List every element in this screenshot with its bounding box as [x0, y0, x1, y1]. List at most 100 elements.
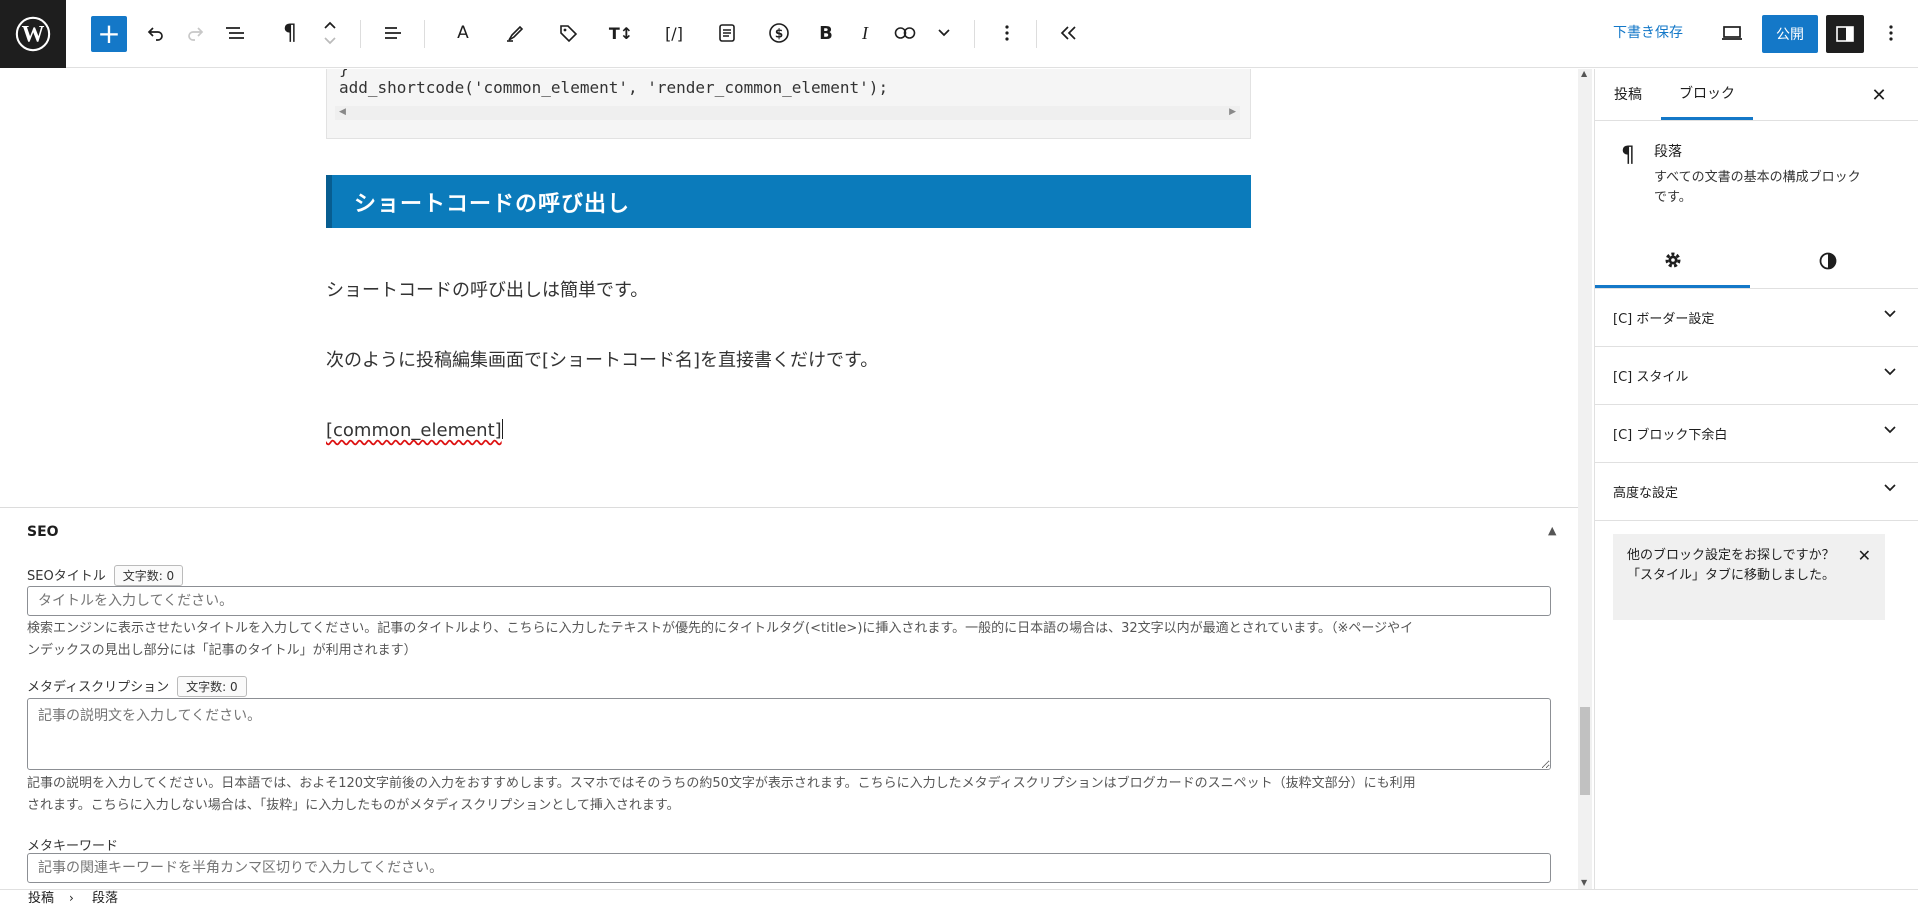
- block-name: 段落: [1654, 144, 1682, 160]
- dollar-button[interactable]: $: [760, 14, 798, 52]
- meta-description-help-line: されます。こちらに入力しない場合は、「抜粋」に入力したものがメタディスクリプショ…: [27, 798, 680, 813]
- highlight-button[interactable]: [496, 14, 534, 52]
- text-size-icon: T↕: [608, 23, 634, 43]
- list-view-button[interactable]: [216, 14, 254, 52]
- meta-description-textarea[interactable]: [27, 698, 1551, 770]
- panel-label: 高度な設定: [1613, 486, 1679, 501]
- font-icon: A: [457, 23, 469, 43]
- undo-icon: [147, 27, 163, 41]
- seo-meta-box: SEO ▲ SEOタイトル文字数: 0 検索エンジンに表示させたいタイトルを入力…: [0, 507, 1578, 888]
- tab-post[interactable]: 投稿: [1614, 69, 1642, 119]
- tag-button[interactable]: [549, 14, 587, 52]
- paragraph-icon: ¶: [1621, 143, 1635, 168]
- preview-button[interactable]: [1713, 14, 1751, 52]
- settings-toggle-button[interactable]: [1826, 15, 1864, 53]
- italic-icon: I: [862, 22, 868, 43]
- add-block-button[interactable]: +: [91, 16, 127, 52]
- bold-button[interactable]: B: [807, 14, 845, 52]
- chevron-down-icon: [1884, 484, 1896, 492]
- panel-style[interactable]: [C] スタイル: [1595, 347, 1918, 405]
- chevron-down-icon: [1884, 368, 1896, 376]
- paragraph-block-selected[interactable]: [common_element]: [326, 419, 503, 441]
- tab-styles[interactable]: [1750, 234, 1905, 288]
- scroll-up-icon: ▲: [1581, 69, 1588, 78]
- editor-scrollbar[interactable]: ▲ ▼: [1578, 69, 1592, 889]
- bold-icon: B: [819, 22, 833, 44]
- gear-icon: [1665, 252, 1680, 267]
- chevron-right-icon: ›: [69, 891, 74, 905]
- redo-icon: [188, 27, 204, 41]
- toolbar-divider: [424, 20, 425, 48]
- paragraph-block[interactable]: 次のように投稿編集画面で[ショートコード名]を直接書くだけです。: [326, 346, 878, 372]
- document-icon: [719, 24, 735, 42]
- editor-canvas: } add_shortcode('common_element', 'rende…: [0, 69, 1578, 507]
- move-block-button[interactable]: [311, 14, 349, 52]
- tab-block[interactable]: ブロック: [1661, 69, 1753, 120]
- seo-title-label: SEOタイトル 文字数: 0: [27, 565, 184, 586]
- panel-label: [C] ブロック下余白: [1613, 428, 1728, 443]
- save-draft-button[interactable]: 下書き保存: [1613, 22, 1683, 42]
- text-cursor: [501, 419, 503, 439]
- wordpress-logo-icon: W: [15, 16, 51, 52]
- tag-icon: [560, 25, 578, 43]
- block-type-button[interactable]: ¶: [271, 14, 309, 52]
- close-sidebar-button[interactable]: ✕: [1865, 81, 1893, 109]
- options-icon: [1889, 25, 1893, 41]
- italic-button[interactable]: I: [846, 14, 884, 52]
- toolbar-divider: [360, 20, 361, 48]
- sidebar-toggle-icon: [1836, 26, 1854, 42]
- breadcrumb-paragraph[interactable]: 段落: [92, 890, 118, 906]
- undo-button[interactable]: [137, 14, 175, 52]
- panel-advanced[interactable]: 高度な設定: [1595, 463, 1918, 521]
- paragraph-block[interactable]: ショートコードの呼び出しは簡単です。: [326, 276, 648, 302]
- editor-toolbar: W + ¶ A T↕ [/] $ B I 下書き保存 公開: [0, 0, 1918, 68]
- settings-sidebar: 投稿 ブロック ✕ ¶ 段落 すべての文書の基本の構成ブロックです。 [C] ボ…: [1594, 69, 1918, 889]
- publish-button[interactable]: 公開: [1762, 15, 1818, 53]
- wordpress-logo[interactable]: W: [0, 0, 66, 68]
- code-block[interactable]: } add_shortcode('common_element', 'rende…: [326, 69, 1251, 139]
- redo-button[interactable]: [176, 14, 214, 52]
- link-button[interactable]: [886, 14, 924, 52]
- scroll-right-icon: ▶: [1229, 107, 1236, 117]
- meta-keyword-input[interactable]: [27, 853, 1551, 883]
- block-breadcrumb: 投稿 › 段落: [0, 889, 1918, 906]
- chevron-down-icon: [938, 29, 950, 37]
- block-options-button[interactable]: [988, 14, 1026, 52]
- seo-title-input[interactable]: [27, 586, 1551, 616]
- toolbar-divider: [974, 20, 975, 48]
- dismiss-notice-button[interactable]: ✕: [1858, 546, 1871, 566]
- scrollbar-thumb[interactable]: [1580, 707, 1590, 795]
- toolbar-divider: [1036, 20, 1037, 48]
- font-button[interactable]: A: [444, 14, 482, 52]
- link-icon: [894, 27, 916, 39]
- block-description: すべての文書の基本の構成ブロックです。: [1654, 170, 1861, 205]
- svg-text:W: W: [22, 22, 45, 47]
- collapse-arrow-icon[interactable]: ▲: [1548, 524, 1556, 537]
- code-horizontal-scrollbar[interactable]: ◀ ▶: [335, 106, 1240, 120]
- text-size-button[interactable]: T↕: [602, 14, 640, 52]
- breadcrumb-post[interactable]: 投稿: [28, 890, 54, 906]
- notice-text: 他のブロック設定をお探しですか？「スタイル」タブに移動しました。: [1627, 548, 1836, 583]
- more-formats-button[interactable]: [925, 14, 963, 52]
- meta-description-help-line: 記事の説明を入力してください。日本語では、およそ120文字前後の入力をおすすめし…: [27, 776, 1416, 791]
- sidebar-divider: [1595, 120, 1918, 121]
- panel-block-margin[interactable]: [C] ブロック下余白: [1595, 405, 1918, 463]
- tab-settings[interactable]: [1595, 234, 1750, 288]
- scroll-down-icon: ▼: [1581, 878, 1588, 887]
- heading-block[interactable]: ショートコードの呼び出し: [326, 175, 1251, 228]
- align-button[interactable]: [374, 14, 412, 52]
- dollar-icon: $: [769, 23, 789, 43]
- seo-title-help: 検索エンジンに表示させたいタイトルを入力してください。記事のタイトルより、こちら…: [27, 618, 1557, 662]
- more-vertical-icon: [1005, 25, 1009, 41]
- collapse-toolbar-button[interactable]: [1050, 14, 1088, 52]
- meta-description-help: 記事の説明を入力してください。日本語では、およそ120文字前後の入力をおすすめし…: [27, 773, 1557, 817]
- shortcode-icon: [/]: [665, 23, 683, 43]
- seo-title-help-line: ンデックスの見出し部分には「記事のタイトル」が利用されます）: [27, 643, 417, 658]
- shortcode-button[interactable]: [/]: [655, 14, 693, 52]
- panel-border-settings[interactable]: [C] ボーダー設定: [1595, 289, 1918, 347]
- document-button[interactable]: [708, 14, 746, 52]
- move-updown-icon: [324, 21, 336, 45]
- code-line: add_shortcode('common_element', 'render_…: [339, 78, 889, 97]
- options-button[interactable]: [1872, 14, 1910, 52]
- scroll-left-icon: ◀: [339, 107, 346, 117]
